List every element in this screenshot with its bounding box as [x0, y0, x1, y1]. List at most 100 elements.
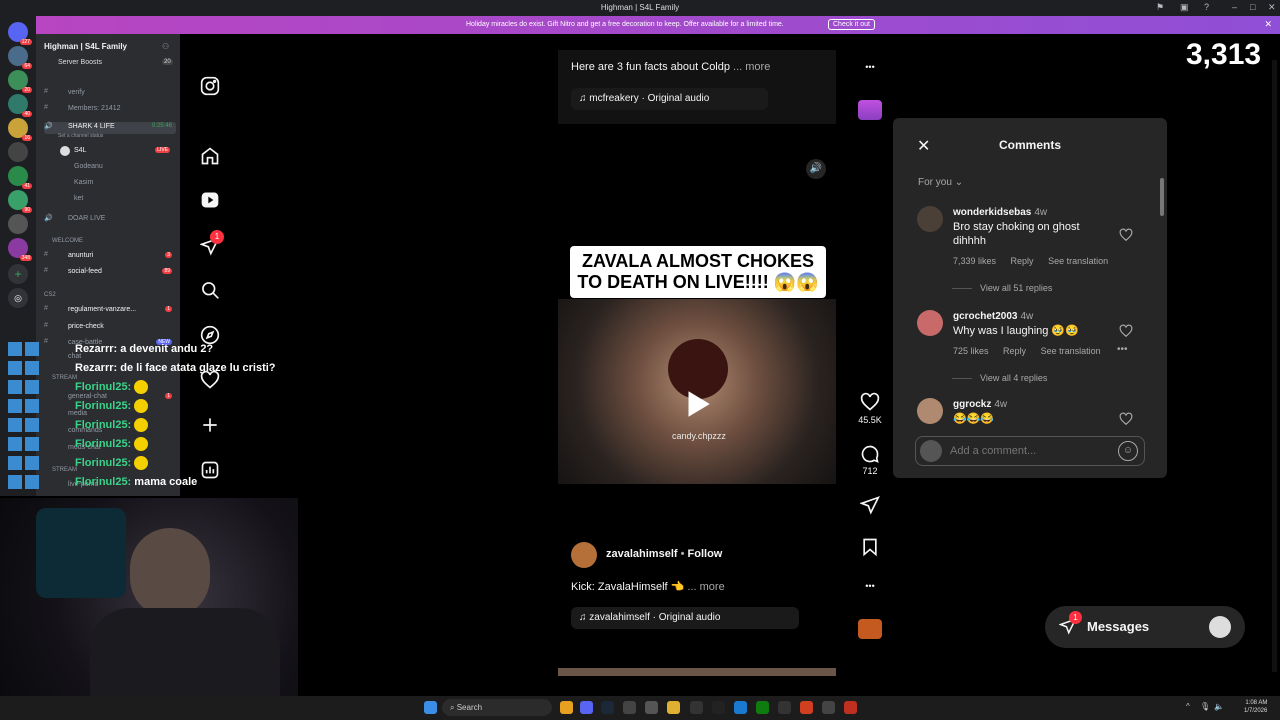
voice-user[interactable]: Godeanu [44, 162, 176, 174]
tray-chevron-icon[interactable]: ^ [1186, 702, 1190, 711]
add-server-icon[interactable]: + [8, 264, 28, 284]
add-comment-box[interactable]: ☺ [915, 436, 1145, 466]
discord-icon[interactable] [580, 701, 593, 714]
create-icon[interactable] [200, 415, 220, 435]
app-icon[interactable] [623, 701, 636, 714]
volume-icon[interactable]: 🔈 [1214, 702, 1224, 711]
scrollbar[interactable] [1160, 178, 1164, 216]
instagram-icon[interactable] [200, 76, 220, 96]
mic-icon[interactable]: 🎙 [1200, 702, 1210, 711]
commenter-username[interactable]: ggrockz 4w [953, 399, 1007, 410]
xbox-icon[interactable] [756, 701, 769, 714]
next-post-preview[interactable] [558, 668, 836, 676]
audio-thumb[interactable] [858, 619, 882, 639]
help-icon[interactable]: ? [1204, 2, 1209, 12]
comment-like-icon[interactable] [1119, 228, 1133, 242]
channel-members[interactable]: # Members: 21412 [44, 104, 176, 116]
commenter-avatar[interactable] [917, 310, 943, 336]
server-icon[interactable] [8, 142, 28, 162]
minimize-icon[interactable]: – [1232, 2, 1237, 12]
more-link[interactable]: ... more [687, 581, 724, 593]
app-icon[interactable] [778, 701, 791, 714]
voice-user[interactable]: Kasim [44, 178, 176, 190]
volume-icon[interactable]: 🔊 [806, 159, 826, 179]
search-icon[interactable] [200, 280, 220, 300]
view-replies-button[interactable]: View all 4 replies [980, 373, 1047, 383]
taskbar-search[interactable]: ⌕ Search [442, 699, 552, 716]
more-link[interactable]: ... more [733, 61, 770, 73]
voice-channel-doar-live[interactable]: 🔊 DOAR LIVE [44, 214, 176, 226]
voice-user[interactable]: ket [44, 194, 176, 206]
more-options-icon[interactable]: ••• [858, 581, 882, 591]
app-icon[interactable] [645, 701, 658, 714]
commenter-username[interactable]: gcrochet2003 4w [953, 311, 1033, 322]
server-icon[interactable] [8, 214, 28, 234]
category-cs2[interactable]: CS2 [44, 291, 176, 303]
view-replies-button[interactable]: View all 51 replies [980, 283, 1052, 293]
share-icon[interactable] [858, 495, 882, 517]
see-translation-button[interactable]: See translation [1048, 256, 1108, 266]
voice-user-streaming[interactable]: S4L LIVE [44, 146, 176, 158]
clock[interactable]: 1:08 AM 1/7/2026 [1244, 699, 1267, 715]
follow-button[interactable]: Follow [688, 548, 723, 560]
heart-icon[interactable] [200, 370, 220, 390]
save-icon[interactable] [858, 537, 882, 559]
server-icon[interactable]: 20 [8, 70, 32, 93]
comment-like-icon[interactable] [1119, 324, 1133, 338]
file-explorer-icon[interactable] [667, 701, 680, 714]
audio-pill[interactable]: ♫ mcfreakery · Original audio [571, 88, 768, 110]
comments-filter[interactable]: For you ⌄ [918, 177, 963, 188]
channel-anunturi[interactable]: # anunturi 3 [44, 251, 176, 263]
previous-audio-thumb[interactable] [858, 100, 882, 120]
server-icon[interactable]: 16 [8, 118, 32, 141]
reply-button[interactable]: Reply [1003, 346, 1026, 356]
like-button[interactable] [858, 392, 882, 414]
screen-icon[interactable]: ▣ [1180, 2, 1189, 13]
home-icon[interactable] [200, 146, 220, 166]
app-icon[interactable] [844, 701, 857, 714]
server-boosts[interactable]: Server Boosts [58, 59, 102, 66]
app-icon[interactable] [734, 701, 747, 714]
add-comment-input[interactable] [950, 443, 1110, 459]
dashboard-icon[interactable] [200, 460, 220, 480]
reel-video[interactable]: 🔊 ZAVALA ALMOST CHOKES TO DEATH ON LIVE!… [558, 149, 836, 484]
server-icon[interactable]: 64 [8, 46, 32, 69]
server-icon[interactable]: 348 [8, 238, 32, 261]
comment-likes[interactable]: 725 likes [953, 346, 989, 356]
app-icon[interactable] [822, 701, 835, 714]
add-member-icon[interactable]: ⚇ [162, 42, 169, 51]
author-avatar[interactable] [571, 542, 597, 568]
app-icon[interactable] [712, 701, 725, 714]
channel-regulament[interactable]: # regulament-vanzare... 1 [44, 305, 176, 317]
channel-price-check[interactable]: # price-check [44, 322, 176, 334]
banner-cta-button[interactable]: Check it out [828, 19, 875, 30]
server-icon[interactable]: 90 [8, 190, 32, 213]
play-icon[interactable] [680, 387, 714, 421]
brave-icon[interactable] [800, 701, 813, 714]
reels-icon[interactable] [200, 190, 220, 210]
server-name[interactable]: Highman | S4L Family [44, 42, 127, 51]
close-banner-icon[interactable]: ✕ [1264, 19, 1272, 30]
inbox-icon[interactable]: ⚑ [1156, 2, 1164, 13]
audio-pill[interactable]: ♫ zavalahimself · Original audio [571, 607, 799, 629]
page-scrollbar[interactable] [1272, 60, 1277, 672]
messages-button[interactable]: 1 Messages [1045, 606, 1245, 648]
direct-icon[interactable]: 1 [199, 230, 224, 256]
maximize-icon[interactable]: □ [1250, 2, 1255, 12]
comment-likes[interactable]: 7,339 likes [953, 256, 996, 266]
see-translation-button[interactable]: See translation [1041, 346, 1101, 356]
explore-icon[interactable] [200, 325, 220, 345]
comment-button[interactable] [858, 444, 882, 466]
channel-social-feed[interactable]: # social-feed 89 [44, 267, 176, 279]
start-icon[interactable] [424, 701, 437, 714]
app-icon[interactable] [690, 701, 703, 714]
close-window-icon[interactable]: ✕ [1268, 2, 1276, 13]
discover-icon[interactable]: ◎ [8, 288, 28, 308]
chrome-icon[interactable] [560, 701, 573, 714]
category-welcome[interactable]: WELCOME [44, 237, 176, 249]
server-icon[interactable]: 41 [8, 166, 32, 189]
channel-status[interactable]: Set a channel status [44, 132, 176, 144]
steam-icon[interactable] [601, 701, 614, 714]
reply-button[interactable]: Reply [1011, 256, 1034, 266]
server-icon[interactable]: 40 [8, 94, 32, 117]
